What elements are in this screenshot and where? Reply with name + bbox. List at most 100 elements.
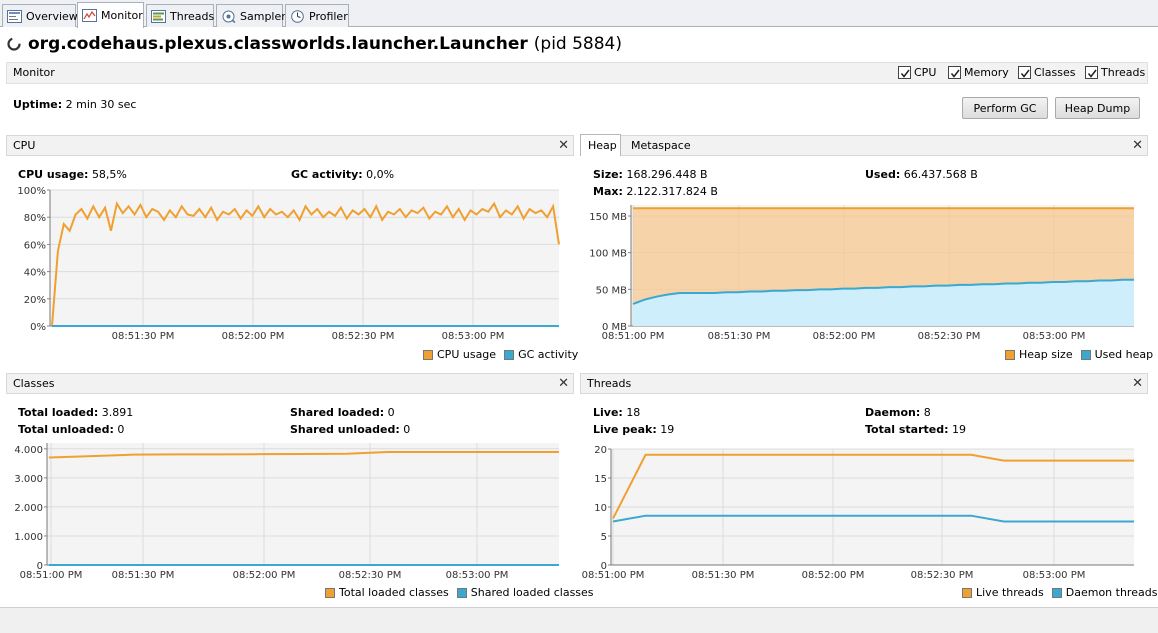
checkbox-threads-label: Threads bbox=[1101, 66, 1146, 79]
cpu-usage-value: 58,5% bbox=[91, 168, 127, 181]
legend-swatch-total-loaded bbox=[325, 587, 335, 598]
total-unloaded-stat: Total unloaded: 0 bbox=[18, 423, 124, 436]
cpu-usage-stat: CPU usage: 58,5% bbox=[18, 168, 127, 181]
cpu-y-tick-label: 40% bbox=[24, 268, 46, 279]
close-icon[interactable]: ✕ bbox=[558, 138, 569, 153]
cpu-x-tick-label: 08:51:30 PM bbox=[112, 331, 175, 342]
classes-panel-title: Classes bbox=[13, 377, 55, 390]
threads-x-tick-label: 08:51:00 PM bbox=[582, 570, 645, 581]
cpu-panel-title: CPU bbox=[13, 139, 36, 152]
checkmark-icon bbox=[1020, 69, 1030, 78]
tab-threads[interactable]: Threads bbox=[146, 4, 214, 27]
tab-profiler[interactable]: Profiler bbox=[285, 4, 349, 27]
tab-threads-label: Threads bbox=[170, 9, 215, 23]
spinner-icon bbox=[7, 37, 21, 51]
shared-unloaded-label: Shared unloaded: bbox=[290, 423, 400, 436]
profiler-icon bbox=[291, 9, 304, 23]
checkbox-threads[interactable]: Threads bbox=[1085, 66, 1145, 79]
heap-dump-button[interactable]: Heap Dump bbox=[1055, 97, 1140, 119]
classes-x-tick-label: 08:53:00 PM bbox=[446, 570, 509, 581]
sampler-icon bbox=[222, 10, 236, 23]
uptime-value: 2 min 30 sec bbox=[65, 98, 137, 111]
live-threads-value: 18 bbox=[626, 406, 641, 419]
threads-x-tick-label: 08:53:00 PM bbox=[1023, 570, 1086, 581]
legend-swatch-live-threads bbox=[962, 587, 972, 598]
cpu-y-tick-label: 20% bbox=[24, 295, 46, 306]
total-started-label: Total started: bbox=[865, 423, 949, 436]
checkmark-icon bbox=[1087, 69, 1097, 78]
close-icon[interactable]: ✕ bbox=[558, 376, 569, 391]
monitor-icon bbox=[82, 9, 97, 22]
heap-panel-header: Heap Metaspace ✕ bbox=[580, 134, 1148, 156]
classes-x-tick-label: 08:52:30 PM bbox=[339, 570, 402, 581]
heap-size-label: Size: bbox=[593, 168, 623, 181]
tab-metaspace[interactable]: Metaspace bbox=[631, 139, 691, 152]
total-started-value: 19 bbox=[952, 423, 967, 436]
threads-panel-header: Threads ✕ bbox=[580, 373, 1148, 394]
classes-y-tick-label: 2.000 bbox=[14, 503, 43, 514]
live-peak-value: 19 bbox=[660, 423, 675, 436]
cpu-y-tick-label: 0% bbox=[30, 322, 46, 333]
checkbox-memory[interactable]: Memory bbox=[948, 66, 1009, 79]
cpu-panel-header: CPU ✕ bbox=[6, 135, 574, 156]
checkbox-cpu-box[interactable] bbox=[898, 66, 911, 79]
heap-chart: 0 MB50 MB100 MB150 MB08:51:00 PM 08:51:30… bbox=[589, 205, 1134, 342]
tab-overview[interactable]: Overview bbox=[2, 4, 78, 27]
tab-sampler[interactable]: Sampler bbox=[216, 4, 286, 27]
uptime: Uptime: 2 min 30 sec bbox=[13, 98, 136, 111]
shared-loaded-value: 0 bbox=[387, 406, 395, 419]
legend-cpu-usage: CPU usage bbox=[437, 348, 497, 361]
tab-overview-label: Overview bbox=[26, 9, 78, 23]
tab-sampler-label: Sampler bbox=[240, 9, 286, 23]
total-loaded-value: 3.891 bbox=[101, 406, 134, 419]
classes-y-tick-label: 4.000 bbox=[14, 445, 43, 456]
heap-max-stat: Max: 2.122.317.824 B bbox=[593, 185, 718, 198]
threads-x-tick-label: 08:52:00 PM bbox=[802, 570, 865, 581]
monitor-title: Monitor bbox=[13, 66, 55, 79]
threads-y-tick-label: 10 bbox=[594, 503, 607, 514]
app-pid: (pid 5884) bbox=[533, 34, 623, 54]
cpu-x-tick-label: 08:52:00 PM bbox=[222, 331, 285, 342]
legend-swatch-gc-activity bbox=[504, 349, 515, 360]
heap-y-tick-label: 50 MB bbox=[596, 285, 628, 296]
checkbox-classes-label: Classes bbox=[1034, 66, 1076, 79]
checkbox-cpu-label: CPU bbox=[914, 66, 937, 79]
classes-plot-area bbox=[47, 443, 559, 565]
heap-x-tick-label: 08:52:30 PM bbox=[918, 331, 981, 342]
tab-heap[interactable]: Heap bbox=[580, 134, 621, 156]
legend-live-threads: Live threads bbox=[976, 586, 1044, 599]
threads-icon bbox=[151, 9, 166, 23]
checkbox-memory-box[interactable] bbox=[948, 66, 961, 79]
checkbox-classes[interactable]: Classes bbox=[1018, 66, 1075, 79]
heap-x-tick-label: 08:51:00 PM bbox=[602, 331, 665, 342]
classes-legend: Total loaded classes Shared loaded class… bbox=[325, 586, 594, 599]
close-icon[interactable]: ✕ bbox=[1132, 376, 1143, 391]
cpu-x-tick-label: 08:52:30 PM bbox=[332, 331, 395, 342]
daemon-value: 8 bbox=[923, 406, 931, 419]
checkbox-classes-box[interactable] bbox=[1018, 66, 1031, 79]
threads-panel-title: Threads bbox=[587, 377, 632, 390]
legend-used-heap: Used heap bbox=[1094, 348, 1154, 361]
legend-gc-activity: GC activity bbox=[518, 348, 579, 361]
heap-used-stat: Used: 66.437.568 B bbox=[865, 168, 978, 181]
checkbox-cpu[interactable]: CPU bbox=[898, 66, 936, 79]
heap-legend: Heap size Used heap bbox=[1005, 348, 1153, 361]
shared-loaded-label: Shared loaded: bbox=[290, 406, 385, 419]
heap-x-tick-label: 08:52:00 PM bbox=[813, 331, 876, 342]
tab-monitor[interactable]: Monitor bbox=[77, 2, 144, 28]
live-threads-stat: Live: 18 bbox=[593, 406, 640, 419]
cpu-y-tick-label: 100% bbox=[17, 186, 46, 197]
daemon-label: Daemon: bbox=[865, 406, 921, 419]
live-threads-label: Live: bbox=[593, 406, 623, 419]
threads-y-tick-label: 15 bbox=[594, 474, 607, 485]
threads-y-tick-label: 20 bbox=[594, 445, 607, 456]
cpu-y-tick-label: 80% bbox=[24, 213, 46, 224]
checkbox-threads-box[interactable] bbox=[1085, 66, 1098, 79]
perform-gc-button[interactable]: Perform GC bbox=[962, 97, 1048, 119]
legend-swatch-cpu-usage bbox=[423, 349, 433, 360]
cpu-x-tick-label: 08:53:00 PM bbox=[442, 331, 505, 342]
heap-max-value: 2.122.317.824 B bbox=[626, 185, 718, 198]
heap-x-tick-label: 08:53:00 PM bbox=[1023, 331, 1086, 342]
close-icon[interactable]: ✕ bbox=[1132, 138, 1143, 153]
heap-y-tick-label: 100 MB bbox=[589, 249, 627, 260]
